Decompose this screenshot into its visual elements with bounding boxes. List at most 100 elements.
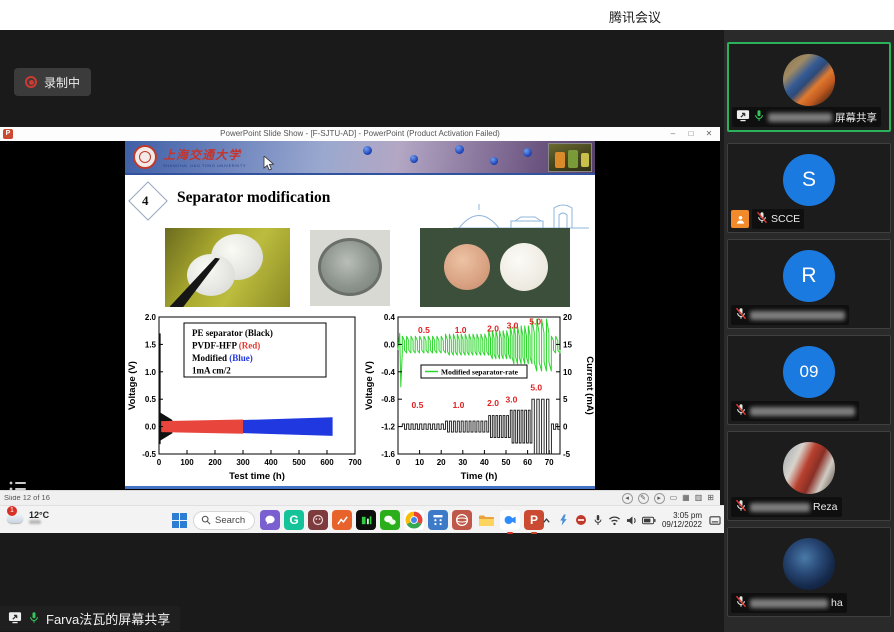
taskbar: 1 12°C Search — [0, 505, 724, 533]
participant-tile-3[interactable]: R — [727, 239, 891, 329]
redacted-name — [768, 113, 832, 122]
svg-text:0.5: 0.5 — [412, 400, 424, 410]
participant-name: SCCE — [771, 213, 800, 225]
battery-tray-icon[interactable] — [642, 513, 656, 527]
redacted-name — [750, 407, 855, 416]
window-controls: – □ ✕ — [664, 127, 718, 141]
windows-logo-icon — [172, 513, 187, 528]
screen-share-icon — [736, 109, 750, 122]
vpn-red-tray-icon[interactable] — [574, 513, 588, 527]
volume-tray-icon[interactable] — [625, 513, 639, 527]
svg-text:20: 20 — [437, 458, 446, 467]
tencent-meeting-taskbar-icon[interactable] — [500, 510, 520, 530]
bridge-sketch — [451, 201, 591, 231]
meeting-titlebar: 腾讯会议 — [0, 0, 894, 30]
svg-text:600: 600 — [320, 458, 334, 467]
decorative-ball — [410, 155, 418, 163]
annotation-pen-button[interactable]: ✎ — [638, 493, 649, 504]
chrome-taskbar-icon[interactable] — [404, 510, 424, 530]
calculator-taskbar-icon[interactable] — [428, 510, 448, 530]
decorative-ball — [490, 157, 498, 165]
app-globe-taskbar-icon[interactable] — [452, 510, 472, 530]
svg-text:2.0: 2.0 — [145, 313, 157, 322]
participant-tile-6[interactable]: ha — [727, 527, 891, 617]
record-icon — [25, 76, 37, 88]
mic-on-icon — [753, 109, 765, 122]
weather-widget[interactable]: 1 12°C — [5, 508, 49, 526]
svg-text:200: 200 — [208, 458, 222, 467]
clock-date: 09/12/2022 — [662, 520, 702, 529]
svg-text:-0.4: -0.4 — [381, 368, 395, 377]
wifi-tray-icon[interactable] — [608, 513, 622, 527]
mic-muted-icon — [735, 595, 747, 608]
svg-text:1.0: 1.0 — [145, 368, 157, 377]
participant-initial-avatar: 09 — [783, 346, 835, 398]
next-slide-button[interactable]: ▸ — [654, 493, 665, 504]
separator-photo-2 — [310, 230, 390, 306]
battery-photo — [548, 143, 592, 172]
previous-slide-button[interactable]: ◂ — [622, 493, 633, 504]
svg-text:-1.6: -1.6 — [381, 450, 395, 459]
reading-view-button[interactable]: ▥ — [695, 492, 703, 504]
decorative-ball — [523, 148, 532, 157]
chat-app-taskbar-icon[interactable] — [260, 510, 280, 530]
search-box[interactable]: Search — [193, 511, 255, 530]
terminal-app-taskbar-icon[interactable] — [356, 510, 376, 530]
participant-tile-2[interactable]: S SCCE — [727, 143, 891, 233]
mic-muted-icon — [735, 499, 747, 515]
restore-button[interactable]: □ — [682, 127, 700, 141]
wechat-taskbar-icon[interactable] — [380, 510, 400, 530]
grammarly-taskbar-icon[interactable]: G — [284, 510, 304, 530]
participant-tile-4[interactable]: 09 — [727, 335, 891, 425]
redacted-name — [750, 599, 828, 608]
participant-avatar — [783, 54, 835, 106]
slide-footer-strip — [125, 486, 595, 490]
powerpoint-titlebar: P PowerPoint Slide Show - [F-SJTU-AD] - … — [0, 127, 720, 141]
active-app-indicator — [531, 532, 537, 535]
mic-tray-icon[interactable] — [591, 513, 605, 527]
app-maroon-taskbar-icon[interactable] — [308, 510, 328, 530]
touch-keyboard-icon[interactable] — [708, 513, 722, 527]
chevron-up-tray-icon[interactable] — [540, 513, 554, 527]
layout-toggle-icon[interactable] — [7, 477, 29, 499]
svg-text:Modified (Blue): Modified (Blue) — [192, 353, 253, 363]
svg-text:20: 20 — [563, 313, 572, 322]
svg-text:PE separator (Black): PE separator (Black) — [192, 328, 273, 338]
recording-badge[interactable]: 录制中 — [14, 68, 91, 96]
participant-tile-5[interactable]: Reza — [727, 431, 891, 521]
svg-text:40: 40 — [480, 458, 489, 467]
app-orange-chart-taskbar-icon[interactable] — [332, 510, 352, 530]
close-button[interactable]: ✕ — [700, 127, 718, 141]
participant-label-overlay: ha — [731, 593, 847, 613]
svg-text:60: 60 — [523, 458, 532, 467]
participant-label-overlay: 屏幕共享 — [732, 107, 881, 127]
normal-view-button[interactable]: ▭ — [670, 492, 678, 504]
file-explorer-taskbar-icon[interactable] — [476, 510, 496, 530]
screen-share-icon — [736, 109, 750, 125]
svg-text:1.5: 1.5 — [145, 340, 157, 349]
participant-tile-1[interactable]: 屏幕共享 — [727, 42, 891, 132]
powerpoint-statusbar: Slide 12 of 16 ◂✎▸▭▦▥⊞ — [0, 490, 720, 505]
mic-muted-icon — [735, 403, 747, 416]
participant-label-overlay: Reza — [731, 497, 842, 517]
notification-badge: 1 — [7, 506, 17, 516]
svg-text:10: 10 — [563, 368, 572, 377]
mic-muted-icon — [735, 499, 747, 512]
svg-text:0.5: 0.5 — [145, 395, 157, 404]
svg-text:-5: -5 — [563, 450, 571, 459]
taskbar-clock[interactable]: 3:05 pm09/12/2022 — [659, 511, 705, 529]
clock-time: 3:05 pm — [662, 511, 702, 520]
participant-name-pill — [731, 401, 859, 421]
svg-text:Current (mA): Current (mA) — [584, 356, 594, 415]
start-button[interactable] — [170, 511, 188, 529]
slide-header-banner: 上海交通大学 SHANGHAI JIAO TONG UNIVERSITY — [125, 141, 595, 175]
minimize-button[interactable]: – — [664, 127, 682, 141]
svg-text:0: 0 — [157, 458, 162, 467]
svg-text:15: 15 — [563, 340, 572, 349]
slide-title: Separator modification — [177, 189, 330, 207]
search-placeholder: Search — [215, 515, 245, 526]
meeting-title: 腾讯会议 — [590, 7, 680, 26]
bolt-tray-icon[interactable] — [557, 513, 571, 527]
slide-sorter-view-button[interactable]: ▦ — [682, 492, 690, 504]
slideshow-view-button[interactable]: ⊞ — [707, 492, 714, 504]
